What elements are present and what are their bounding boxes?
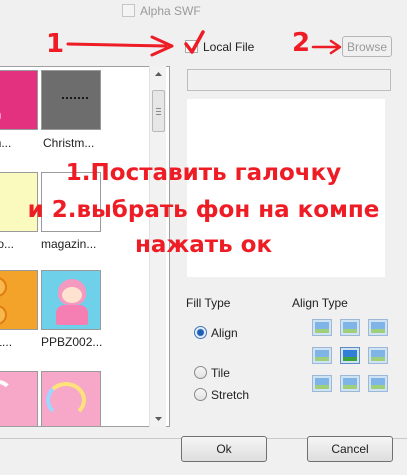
fill-stretch-radio[interactable] — [194, 388, 207, 401]
annotation-marker-2: 2 — [292, 28, 311, 58]
align-bottom-left-icon[interactable] — [312, 375, 332, 392]
annotation-line-3: нажать ок — [134, 232, 273, 258]
browse-button[interactable]: Browse — [342, 36, 392, 57]
thumbnail-item-6[interactable] — [41, 270, 101, 330]
annotation-marker-1: 1 — [46, 29, 65, 59]
thumbnail-item-5[interactable] — [0, 270, 38, 330]
fill-tile-radio[interactable] — [194, 366, 207, 379]
align-center-icon[interactable] — [340, 347, 360, 364]
checkmark-icon — [184, 30, 205, 54]
annotation-line-1: 1.Поставить галочку — [65, 160, 342, 186]
align-middle-right-icon[interactable] — [368, 347, 388, 364]
annotation-line-2: и 2.выбрать фон на компе — [27, 197, 380, 223]
ok-button[interactable]: Ok — [181, 436, 267, 462]
align-bottom-center-icon[interactable] — [340, 375, 360, 392]
thumbnail-item-7[interactable] — [0, 371, 38, 426]
align-middle-left-icon[interactable] — [312, 347, 332, 364]
local-file-label: Local File — [203, 40, 255, 54]
annotation-arrow-1-icon — [66, 35, 174, 57]
align-top-center-icon[interactable] — [340, 319, 360, 336]
alpha-swf-label: Alpha SWF — [140, 4, 201, 18]
align-type-grid — [312, 319, 390, 395]
align-top-left-icon[interactable] — [312, 319, 332, 336]
thumbnail-label-2: Christm... — [43, 136, 95, 150]
scroll-thumb[interactable] — [152, 90, 165, 132]
thumbnail-item-8[interactable] — [41, 371, 101, 426]
scroll-up-arrow-icon[interactable] — [150, 66, 167, 83]
fill-align-label: Align — [211, 326, 238, 340]
scroll-down-arrow-icon[interactable] — [150, 410, 167, 427]
align-bottom-right-icon[interactable] — [368, 375, 388, 392]
align-type-title: Align Type — [292, 296, 348, 310]
annotation-arrow-2-icon — [311, 39, 342, 55]
fill-align-radio[interactable] — [194, 326, 207, 339]
thumbnail-item-1[interactable] — [0, 70, 38, 130]
fill-stretch-label: Stretch — [211, 388, 250, 402]
fill-tile-label: Tile — [211, 366, 230, 380]
thumbnail-label-6: PPBZ002... — [41, 335, 103, 349]
fill-type-title: Fill Type — [186, 296, 231, 310]
alpha-swf-checkbox[interactable] — [122, 4, 135, 17]
thumbnail-item-2[interactable] — [41, 70, 101, 130]
align-top-right-icon[interactable] — [368, 319, 388, 336]
file-path-field[interactable] — [187, 69, 391, 91]
thumbnail-label-1: stm... — [0, 136, 12, 150]
cancel-button[interactable]: Cancel — [307, 436, 393, 462]
thumbnail-label-5: 001... — [0, 335, 13, 349]
